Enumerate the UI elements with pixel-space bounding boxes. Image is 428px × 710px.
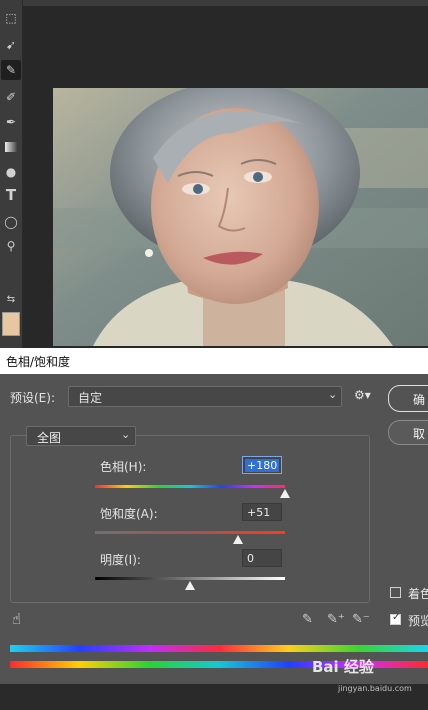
channel-value: 全图	[37, 431, 62, 445]
source-hue-bar	[10, 645, 428, 652]
saturation-slider-thumb[interactable]	[233, 535, 244, 544]
saturation-value: +51	[247, 506, 271, 519]
hue-slider-track[interactable]	[95, 485, 285, 488]
saturation-input[interactable]: +51	[242, 503, 282, 521]
colorize-checkbox[interactable]	[390, 587, 401, 598]
target-adjust-icon[interactable]: ☝	[12, 610, 21, 628]
channel-dropdown[interactable]: 全图 ⌄	[26, 426, 136, 446]
lightness-label: 明度(I):	[100, 553, 141, 567]
chevron-down-icon: ⌄	[121, 428, 131, 441]
gradient-icon[interactable]	[1, 137, 21, 157]
zoom-icon[interactable]: ⚲	[1, 236, 21, 256]
hue-slider-thumb[interactable]	[280, 489, 290, 498]
watermark-url: jingyan.baidu.com	[338, 684, 412, 693]
foreground-color-swatch[interactable]	[2, 312, 20, 336]
type-icon[interactable]: T	[1, 185, 21, 205]
subtract-eyedropper-icon[interactable]: ✎⁻	[352, 612, 370, 627]
chevron-down-icon: ⌄	[328, 388, 338, 401]
blur-icon[interactable]: ●	[1, 162, 21, 182]
preset-label: 预设(E):	[10, 391, 55, 405]
eyedropper-icon[interactable]: ✎	[302, 612, 313, 627]
lightness-slider-thumb[interactable]	[185, 581, 195, 590]
document-tab-bar	[0, 0, 428, 6]
preview-checkbox[interactable]: ✓	[390, 612, 401, 625]
hue-input[interactable]: +180	[242, 456, 282, 474]
saturation-slider-track[interactable]	[95, 531, 285, 534]
cancel-button-label: 取	[413, 427, 426, 441]
lasso-icon[interactable]: ➹	[1, 35, 21, 55]
photo-canvas[interactable]	[53, 88, 428, 346]
brush-icon[interactable]: ✐	[1, 87, 21, 107]
lightness-input[interactable]: 0	[242, 549, 282, 567]
watermark-text: Bai 经验	[312, 658, 374, 676]
ellipse-icon[interactable]: ◯	[1, 212, 21, 232]
hue-label: 色相(H):	[100, 460, 147, 474]
ok-button[interactable]: 确	[388, 385, 428, 412]
lightness-slider-track[interactable]	[95, 577, 285, 580]
colorize-label: 着色	[408, 587, 428, 601]
clone-stamp-icon[interactable]: ✒	[1, 112, 21, 132]
cancel-button[interactable]: 取	[388, 420, 428, 445]
saturation-label: 饱和度(A):	[100, 507, 158, 521]
preset-value: 自定	[78, 391, 103, 405]
swap-colors-icon[interactable]: ⇆	[1, 290, 21, 310]
preset-settings-icon[interactable]: ⚙▾	[354, 388, 371, 402]
lightness-value: 0	[247, 552, 254, 565]
ok-button-label: 确	[413, 393, 426, 407]
hue-value: +180	[245, 459, 280, 472]
dialog-title: 色相/饱和度	[6, 355, 71, 369]
preview-label: 预览	[408, 614, 428, 628]
eyedropper-icon[interactable]: ✎	[1, 60, 21, 80]
marquee-icon[interactable]: ⬚	[1, 8, 21, 28]
add-eyedropper-icon[interactable]: ✎⁺	[327, 612, 345, 627]
preset-dropdown[interactable]	[68, 386, 342, 407]
tools-panel: ⬚ ➹ ✎ ✐ ✒ ● T ◯ ⚲ ⇆	[0, 0, 23, 350]
